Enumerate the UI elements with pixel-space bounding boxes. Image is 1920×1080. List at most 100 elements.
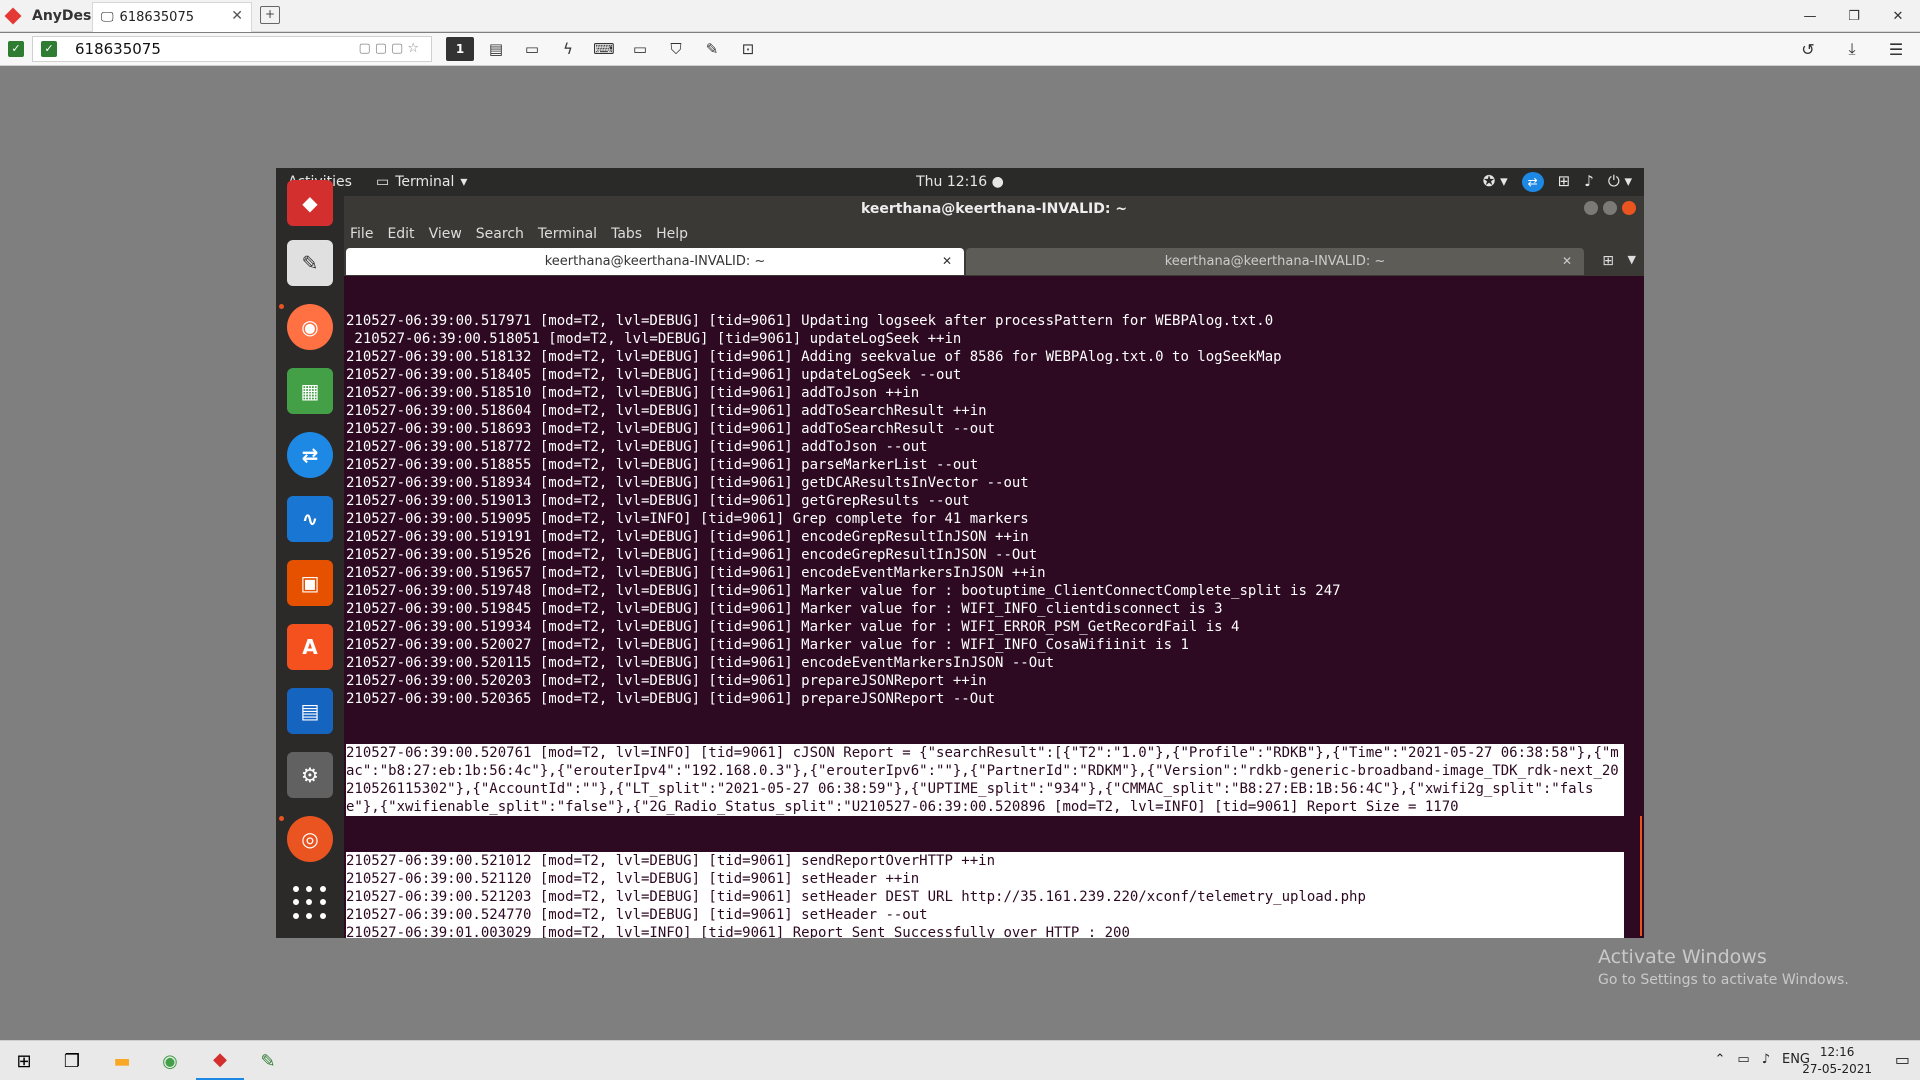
volume-icon[interactable]: ♪ bbox=[1584, 172, 1594, 192]
watermark-subtitle: Go to Settings to activate Windows. bbox=[1598, 972, 1849, 988]
menu-file[interactable]: File bbox=[350, 222, 373, 246]
minimize-icon[interactable] bbox=[1584, 201, 1598, 215]
record-icon[interactable]: ⊡ bbox=[734, 37, 762, 61]
settings-icon[interactable]: ⚙ bbox=[287, 752, 333, 798]
terminal-tab-label: keerthana@keerthana-INVALID: ~ bbox=[1164, 254, 1386, 269]
system-monitor-icon[interactable]: ∿ bbox=[287, 496, 333, 542]
session-tab-title: 618635075 bbox=[119, 10, 194, 25]
notepad-taskbar-icon[interactable]: ✎ bbox=[244, 1041, 292, 1080]
app-menu[interactable]: ▭ Terminal ▾ bbox=[376, 174, 467, 190]
display-icon[interactable]: ▭ bbox=[626, 37, 654, 61]
menu-icon[interactable]: ☰ bbox=[1882, 37, 1910, 61]
log-line: 210527-06:39:00.521012 [mod=T2, lvl=DEBU… bbox=[346, 852, 1624, 870]
task-view-icon[interactable]: ❐ bbox=[48, 1041, 96, 1080]
volume-icon[interactable]: ♪ bbox=[1762, 1052, 1770, 1067]
new-tab-icon[interactable]: + bbox=[260, 6, 280, 24]
windows-start-icon[interactable]: ⊞ bbox=[0, 1041, 48, 1080]
file-transfer-icon[interactable]: ▤ bbox=[482, 37, 510, 61]
watermark-title: Activate Windows bbox=[1598, 946, 1767, 968]
anydesk-tab-strip: AnyDesk 🖵 618635075 ✕ + — ❐ ✕ bbox=[0, 0, 1920, 32]
calc-icon[interactable]: ▦ bbox=[287, 368, 333, 414]
chevron-up-icon[interactable]: ⌃ bbox=[1714, 1052, 1725, 1067]
anydesk-logo-icon bbox=[4, 7, 26, 25]
log-line: 210527-06:39:00.521120 [mod=T2, lvl=DEBU… bbox=[346, 870, 1624, 888]
terminal-output[interactable]: 210527-06:39:00.517971 [mod=T2, lvl=DEBU… bbox=[346, 276, 1626, 938]
menu-edit[interactable]: Edit bbox=[387, 222, 414, 246]
activate-windows-watermark: Activate Windows Go to Settings to activ… bbox=[1598, 946, 1849, 988]
log-line: 210527-06:39:00.519748 [mod=T2, lvl=DEBU… bbox=[346, 583, 1341, 599]
anydesk-session-tab[interactable]: 🖵 618635075 ✕ bbox=[92, 2, 252, 32]
show-applications-icon[interactable] bbox=[293, 886, 327, 920]
maximize-icon[interactable] bbox=[1603, 201, 1617, 215]
taskbar-clock[interactable]: 12:16 27-05-2021 bbox=[1802, 1044, 1872, 1078]
terminal-tab-1[interactable]: keerthana@keerthana-INVALID: ~ ✕ bbox=[346, 248, 964, 275]
impress-icon[interactable]: ▣ bbox=[287, 560, 333, 606]
log-line: 210527-06:39:00.519095 [mod=T2, lvl=INFO… bbox=[346, 511, 1029, 527]
new-tab-icon[interactable]: ⊞ bbox=[1602, 253, 1614, 269]
log-line: 210527-06:39:00.519657 [mod=T2, lvl=DEBU… bbox=[346, 565, 1046, 581]
terminal-titlebar[interactable]: keerthana@keerthana-INVALID: ~ bbox=[344, 196, 1644, 222]
file-explorer-icon[interactable]: ▬ bbox=[98, 1041, 146, 1080]
close-icon[interactable] bbox=[1622, 201, 1636, 215]
anydesk-taskbar-icon[interactable]: ◆ bbox=[196, 1041, 244, 1080]
keyboard-icon[interactable]: ⌨ bbox=[590, 37, 618, 61]
actions-icon[interactable]: ϟ bbox=[554, 37, 582, 61]
scrollbar[interactable] bbox=[1640, 816, 1642, 936]
download-icon[interactable]: ⤓ bbox=[1838, 37, 1866, 61]
chat-icon[interactable]: ▭ bbox=[518, 37, 546, 61]
remote-desktop[interactable]: Activities ▭ Terminal ▾ Thu 12:16 ● ✪ ▾ … bbox=[276, 168, 1644, 938]
teamviewer-dock-icon[interactable]: ⇄ bbox=[287, 432, 333, 478]
close-tab-icon[interactable]: ✕ bbox=[942, 248, 952, 275]
software-center-icon[interactable]: A bbox=[287, 624, 333, 670]
anydesk-toolbar: ✓ ✓ 618635075 ▢▢▢☆ 1 ▤ ▭ ϟ ⌨ ▭ ⛉ ✎ ⊡ ↺ ⤓… bbox=[0, 33, 1920, 66]
menu-tabs[interactable]: Tabs bbox=[611, 222, 642, 246]
windows-taskbar: ⊞ ❐ ▬ ◉ ◆ ✎ ⌃ ▭ ♪ ENG 12:16 27-05-2021 ▭ bbox=[0, 1040, 1920, 1080]
notification-icon[interactable]: ▭ bbox=[1895, 1050, 1910, 1069]
chrome-icon[interactable]: ◉ bbox=[146, 1041, 194, 1080]
menu-search[interactable]: Search bbox=[476, 222, 524, 246]
permissions-icon[interactable]: ⛉ bbox=[662, 37, 690, 61]
terminal-tab-2[interactable]: keerthana@keerthana-INVALID: ~ ✕ bbox=[966, 248, 1584, 275]
menu-view[interactable]: View bbox=[429, 222, 462, 246]
system-tray: ⌃ ▭ ♪ ENG bbox=[1714, 1052, 1810, 1067]
accessibility-icon[interactable]: ✪ ▾ bbox=[1483, 172, 1508, 192]
close-tab-icon[interactable]: ✕ bbox=[231, 8, 243, 24]
connection-status-icon: ✓ bbox=[8, 41, 24, 57]
whiteboard-icon[interactable]: ✎ bbox=[698, 37, 726, 61]
writer-icon[interactable]: ▤ bbox=[287, 688, 333, 734]
terminal-title: keerthana@keerthana-INVALID: ~ bbox=[860, 201, 1128, 217]
selected-report-block: 210527-06:39:00.520761 [mod=T2, lvl=INFO… bbox=[346, 744, 1624, 816]
text-editor-icon[interactable]: ✎ bbox=[287, 240, 333, 286]
close-tab-icon[interactable]: ✕ bbox=[1562, 248, 1572, 275]
close-window-icon[interactable]: ✕ bbox=[1876, 0, 1920, 32]
ubuntu-icon[interactable]: ◎ bbox=[287, 816, 333, 862]
restore-icon[interactable]: ❐ bbox=[1832, 0, 1876, 32]
log-line: 210527-06:39:00.519845 [mod=T2, lvl=DEBU… bbox=[346, 601, 1223, 617]
log-line: 210527-06:39:00.518405 [mod=T2, lvl=DEBU… bbox=[346, 367, 962, 383]
monitor-select-button[interactable]: 1 bbox=[446, 37, 474, 61]
network-icon[interactable]: ⊞ bbox=[1558, 172, 1571, 192]
tabs-dropdown-icon[interactable]: ▼ bbox=[1628, 253, 1636, 266]
terminal-tabs: keerthana@keerthana-INVALID: ~ ✕ keertha… bbox=[344, 246, 1644, 276]
menu-terminal[interactable]: Terminal bbox=[538, 222, 597, 246]
power-icon[interactable]: ⏻ ▾ bbox=[1608, 172, 1632, 192]
toolbar-right: ↺ ⤓ ☰ bbox=[1794, 37, 1910, 61]
anydesk-dock-icon[interactable]: ◆ bbox=[287, 180, 333, 226]
log-line: 210527-06:39:00.518934 [mod=T2, lvl=DEBU… bbox=[346, 475, 1029, 491]
battery-icon[interactable]: ▭ bbox=[1737, 1052, 1749, 1067]
system-tray: ✪ ▾ ⇄ ⊞ ♪ ⏻ ▾ bbox=[1483, 172, 1632, 192]
log-line: 210527-06:39:01.003029 [mod=T2, lvl=INFO… bbox=[346, 924, 1624, 938]
log-line: 210527-06:39:00.517971 [mod=T2, lvl=DEBU… bbox=[346, 313, 1274, 329]
menu-help[interactable]: Help bbox=[656, 222, 688, 246]
minimize-icon[interactable]: — bbox=[1788, 0, 1832, 32]
address-actions-icon[interactable]: ▢▢▢☆ bbox=[358, 41, 423, 56]
terminal-window[interactable]: keerthana@keerthana-INVALID: ~ File Edit… bbox=[344, 196, 1644, 938]
verified-icon: ✓ bbox=[41, 41, 57, 57]
top-bar-clock[interactable]: Thu 12:16 ● bbox=[916, 174, 1004, 190]
log-line: 210527-06:39:00.518604 [mod=T2, lvl=DEBU… bbox=[346, 403, 987, 419]
teamviewer-icon[interactable]: ⇄ bbox=[1521, 172, 1544, 192]
log-line: 210527-06:39:00.519934 [mod=T2, lvl=DEBU… bbox=[346, 619, 1240, 635]
firefox-icon[interactable]: ◉ bbox=[287, 304, 333, 350]
address-bar[interactable]: ✓ 618635075 ▢▢▢☆ bbox=[32, 36, 432, 62]
history-icon[interactable]: ↺ bbox=[1794, 37, 1822, 61]
